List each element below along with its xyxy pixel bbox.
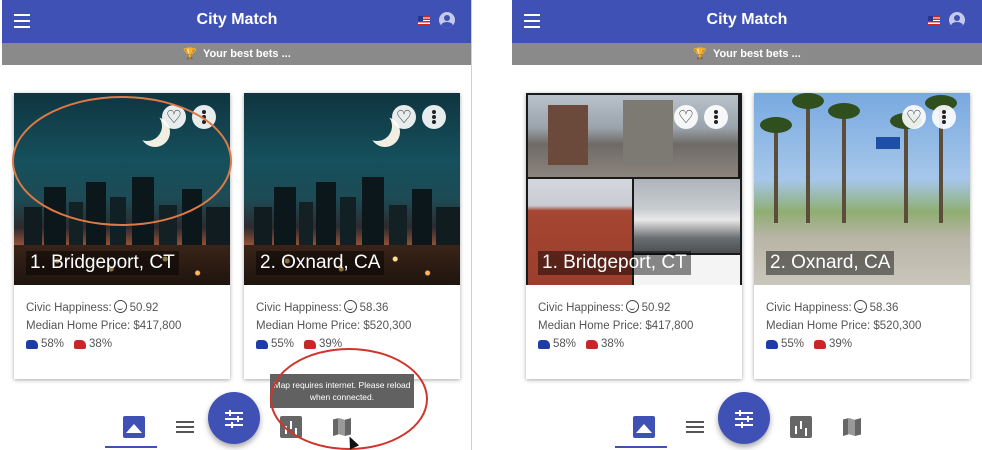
app-title: City Match	[706, 11, 788, 28]
republican-elephant-icon	[586, 339, 599, 349]
list-icon[interactable]	[686, 416, 708, 438]
right-screen: City Match 🏆 Your best bets ... 1. Bridge…	[512, 0, 982, 450]
card-stats: Civic Happiness: 58.36 Median Home Price:…	[766, 299, 921, 355]
card-stats: Civic Happiness: 50.92 Median Home Price:…	[538, 299, 693, 355]
civic-value: 50.92	[129, 302, 159, 314]
app-title: City Match	[196, 11, 278, 28]
democrat-donkey-icon	[256, 339, 268, 349]
city-name: 1. Bridgeport, CT	[26, 251, 179, 275]
city-name: 1. Bridgeport, CT	[538, 251, 691, 275]
banner-text: Your best bets ...	[712, 48, 801, 60]
price-value: $417,800	[645, 320, 694, 332]
price-label: Median Home Price:	[256, 320, 361, 332]
favorite-heart-icon[interactable]	[392, 105, 416, 129]
smiley-icon	[343, 300, 357, 313]
annotation-circle-image	[12, 96, 232, 226]
account-icon[interactable]	[949, 12, 965, 28]
tune-icon	[735, 410, 753, 426]
dem-percent: 58%	[41, 338, 65, 350]
price-value: $520,300	[363, 320, 412, 332]
app-bar: City Match	[2, 0, 471, 43]
dem-percent: 55%	[271, 338, 295, 350]
civic-label: Civic Happiness:	[538, 302, 624, 314]
more-vert-icon[interactable]	[422, 105, 446, 129]
republican-elephant-icon	[74, 339, 87, 349]
republican-elephant-icon	[814, 339, 827, 349]
smiley-icon	[853, 300, 867, 313]
smiley-icon	[625, 300, 639, 313]
more-vert-icon[interactable]	[932, 105, 956, 129]
image-icon[interactable]	[633, 416, 655, 438]
civic-label: Civic Happiness:	[766, 302, 852, 314]
city-card[interactable]: 1. Bridgeport, CT Civic Happiness: 50.92 …	[526, 93, 742, 379]
app-bar: City Match	[512, 0, 982, 43]
favorite-heart-icon[interactable]	[674, 105, 698, 129]
list-icon[interactable]	[176, 416, 198, 438]
active-tab-indicator	[615, 446, 667, 448]
price-value: $417,800	[133, 320, 182, 332]
filter-fab-button[interactable]	[208, 392, 260, 444]
civic-value: 50.92	[641, 302, 671, 314]
city-name: 2. Oxnard, CA	[766, 251, 895, 275]
us-flag-icon[interactable]	[418, 16, 430, 25]
civic-value: 58.36	[359, 302, 389, 314]
active-tab-indicator	[105, 446, 157, 448]
price-label: Median Home Price:	[766, 320, 871, 332]
city-card[interactable]: 2. Oxnard, CA Civic Happiness: 58.36 Medi…	[754, 93, 970, 379]
trophy-icon: 🏆	[183, 48, 197, 60]
chart-icon[interactable]	[790, 416, 812, 438]
republican-elephant-icon	[304, 339, 317, 349]
favorite-heart-icon[interactable]	[902, 105, 926, 129]
left-screen: City Match 🏆 Your best bets ... 1. Bridge…	[2, 0, 472, 450]
best-bets-banner: 🏆 Your best bets ...	[2, 43, 471, 65]
more-vert-icon[interactable]	[704, 105, 728, 129]
civic-label: Civic Happiness:	[26, 302, 112, 314]
trophy-icon: 🏆	[693, 48, 707, 60]
dem-percent: 58%	[553, 338, 577, 350]
tune-icon	[225, 410, 243, 426]
price-label: Median Home Price:	[26, 320, 131, 332]
annotation-circle-tooltip	[270, 348, 428, 450]
civic-value: 58.36	[869, 302, 899, 314]
map-icon[interactable]	[841, 416, 863, 438]
civic-label: Civic Happiness:	[256, 302, 342, 314]
smiley-icon	[113, 300, 127, 313]
democrat-donkey-icon	[26, 339, 38, 349]
democrat-donkey-icon	[538, 339, 550, 349]
filter-fab-button[interactable]	[718, 392, 770, 444]
price-label: Median Home Price:	[538, 320, 643, 332]
account-icon[interactable]	[439, 12, 455, 28]
city-card[interactable]: 2. Oxnard, CA Civic Happiness: 58.36 Medi…	[244, 93, 460, 379]
city-name: 2. Oxnard, CA	[256, 251, 385, 275]
dem-percent: 55%	[781, 338, 805, 350]
banner-text: Your best bets ...	[202, 48, 291, 60]
democrat-donkey-icon	[766, 339, 778, 349]
image-icon[interactable]	[123, 416, 145, 438]
rep-percent: 38%	[89, 338, 113, 350]
best-bets-banner: 🏆 Your best bets ...	[512, 43, 982, 65]
card-stats: Civic Happiness: 50.92 Median Home Price:…	[26, 299, 181, 355]
rep-percent: 39%	[829, 338, 853, 350]
us-flag-icon[interactable]	[928, 16, 940, 25]
card-stats: Civic Happiness: 58.36 Median Home Price:…	[256, 299, 411, 355]
rep-percent: 38%	[601, 338, 625, 350]
price-value: $520,300	[873, 320, 922, 332]
